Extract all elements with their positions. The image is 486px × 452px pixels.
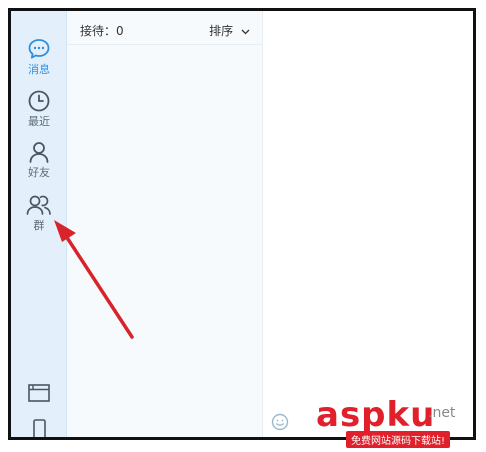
watermark-subtitle: 免费网站源码下载站! bbox=[346, 431, 451, 448]
red-arrow-annotation bbox=[54, 220, 134, 339]
watermark-domain: .net bbox=[428, 405, 456, 421]
watermark-logo: aspku bbox=[316, 395, 436, 435]
watermark: aspku .net 免费网站源码下载站! bbox=[310, 395, 486, 452]
